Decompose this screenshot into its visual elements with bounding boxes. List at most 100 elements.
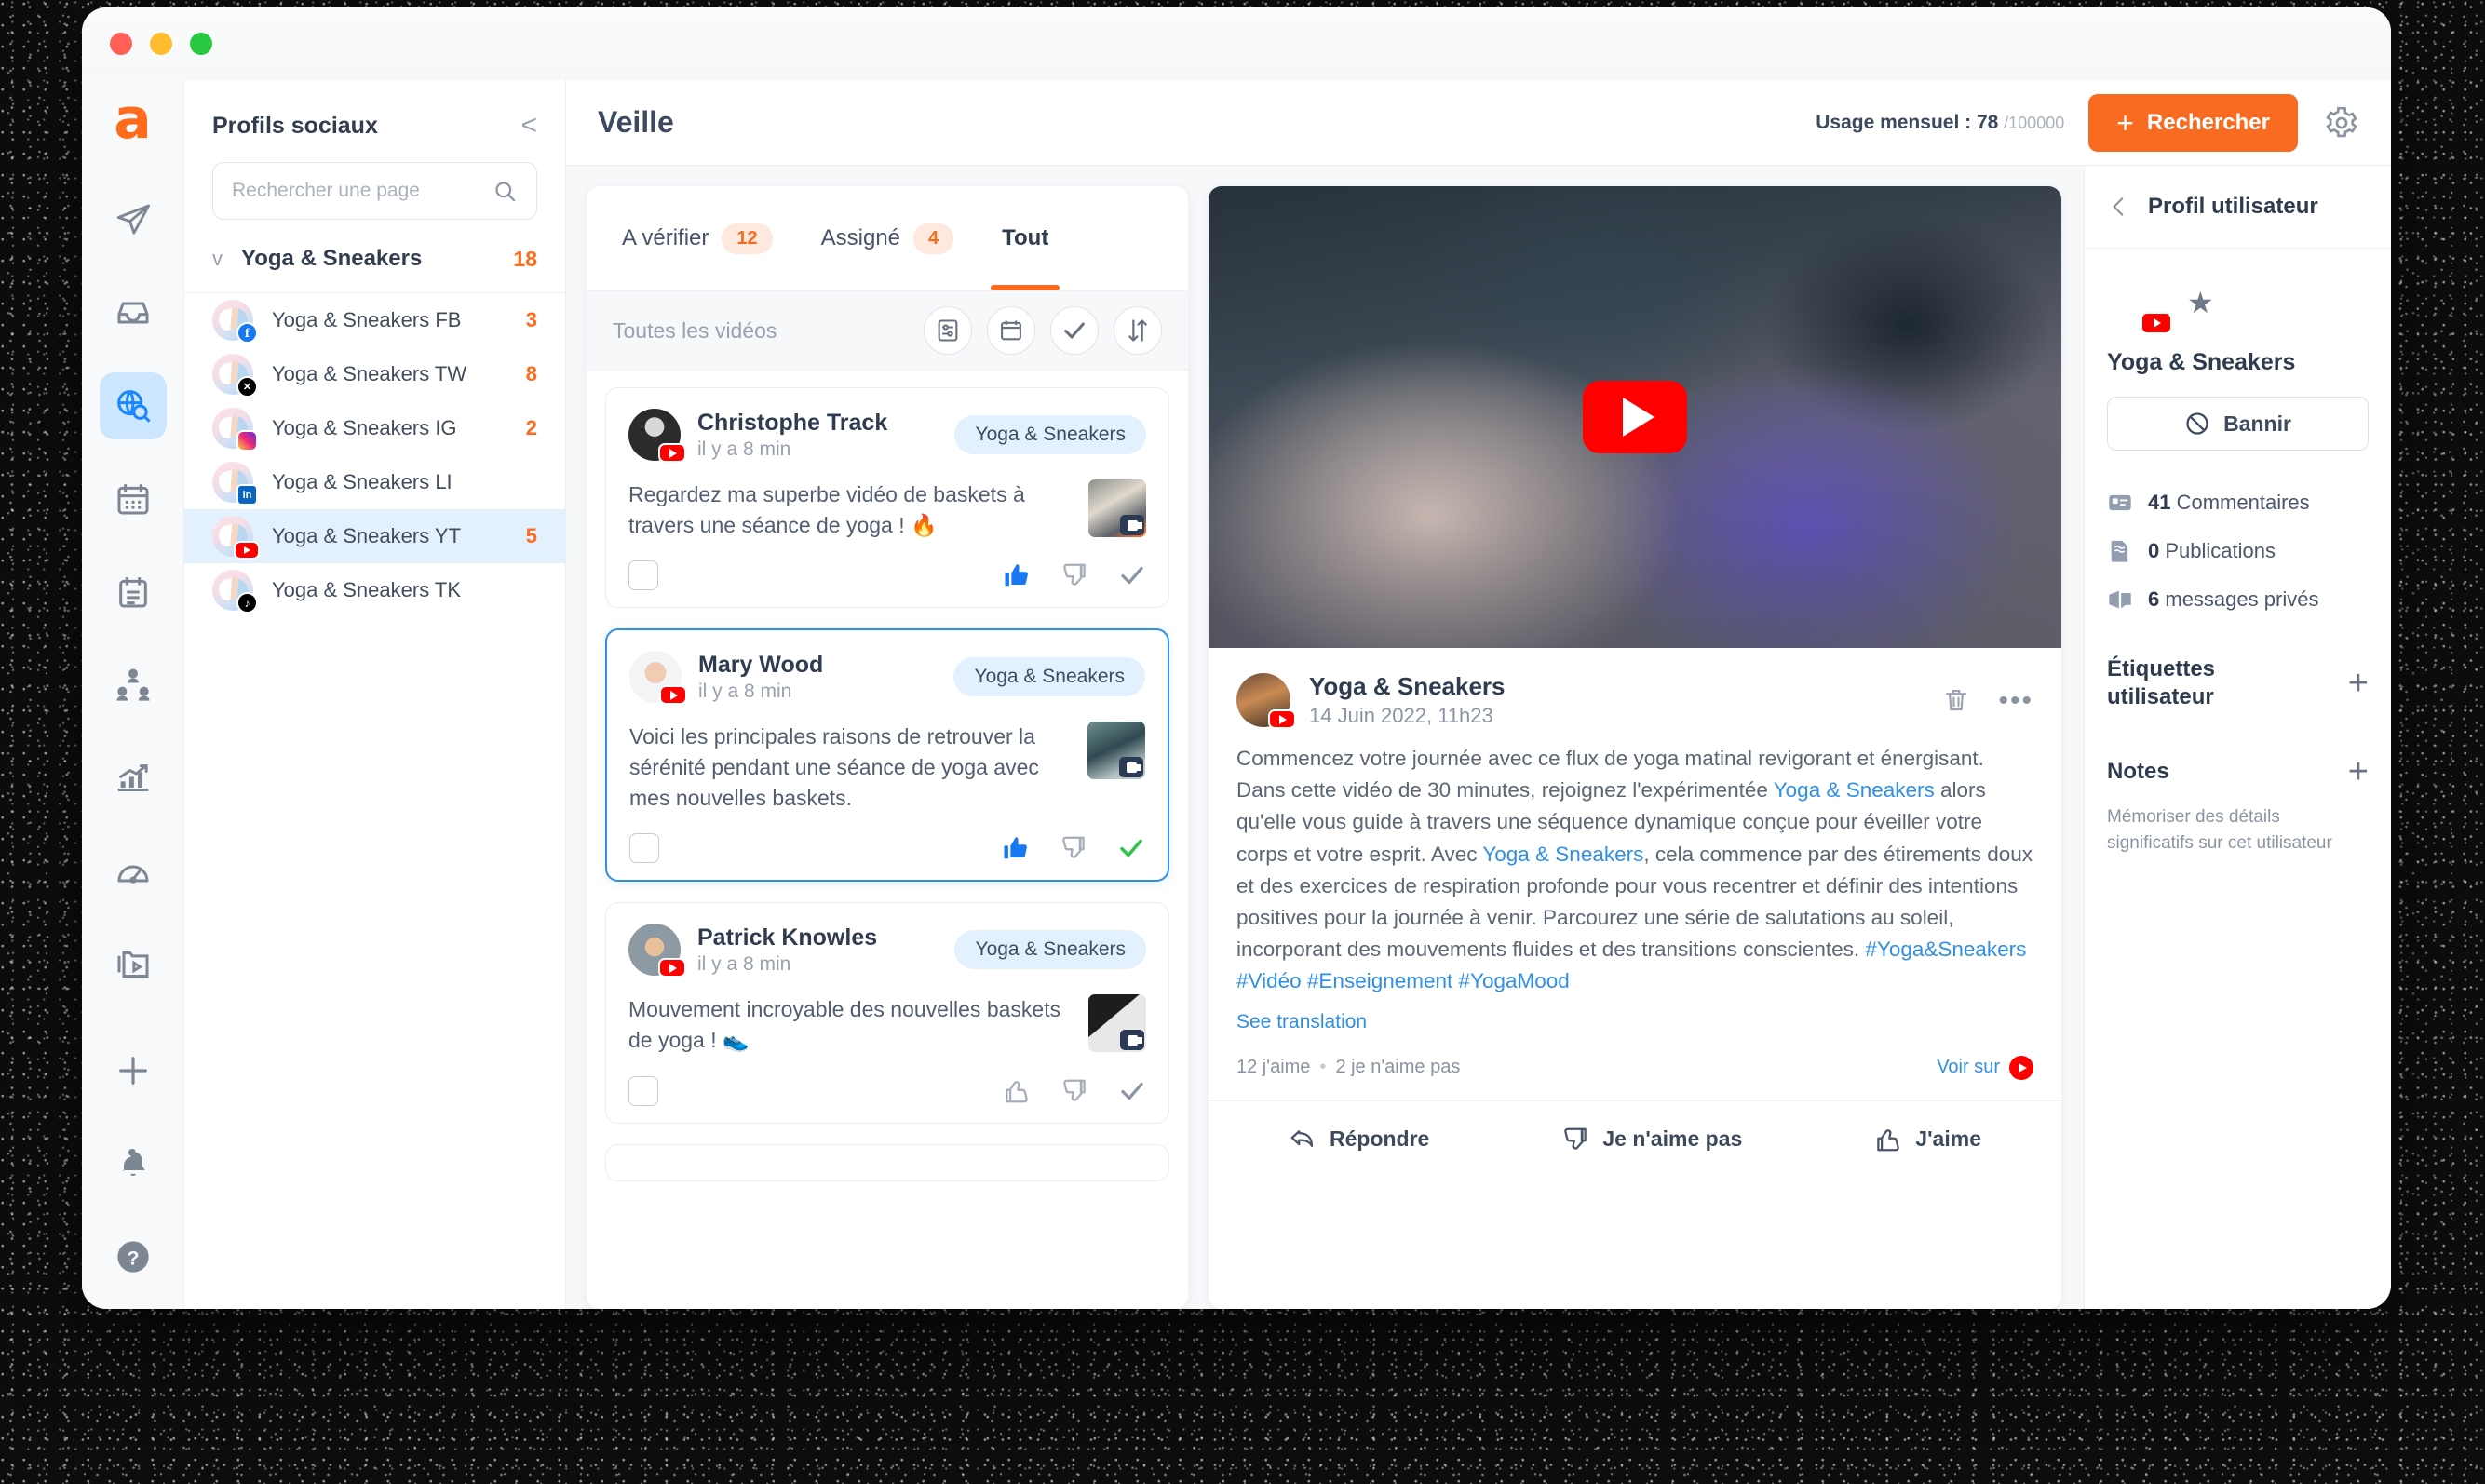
profile-group-row[interactable]: v Yoga & Sneakers 18 <box>184 236 565 293</box>
comment-thumbnail[interactable] <box>1088 479 1146 537</box>
trash-icon[interactable] <box>1942 686 1970 714</box>
gauge-icon[interactable] <box>100 838 167 905</box>
more-icon[interactable]: ••• <box>1998 686 2033 714</box>
check-icon[interactable] <box>1050 306 1099 355</box>
comment-thumbnail[interactable] <box>1088 994 1146 1053</box>
gear-icon[interactable] <box>2324 105 2359 141</box>
profile-item-li[interactable]: in Yoga & Sneakers LI <box>184 455 565 509</box>
search-page-box[interactable] <box>212 162 537 220</box>
tab-tout[interactable]: Tout <box>978 186 1073 290</box>
inbox-icon[interactable] <box>100 279 167 346</box>
calendar-icon[interactable] <box>987 306 1035 355</box>
profile-label: Yoga & Sneakers LI <box>272 470 452 493</box>
main-area: Veille Usage mensuel : 78 /100000 + Rech… <box>566 80 2391 1309</box>
tab-a-verifier[interactable]: A vérifier 12 <box>598 186 797 290</box>
comment-select-checkbox[interactable] <box>629 833 659 864</box>
new-search-button[interactable]: + Rechercher <box>2088 93 2298 152</box>
ban-label: Bannir <box>2223 411 2291 436</box>
stat-label: messages privés <box>2165 587 2319 611</box>
profile-item-yt[interactable]: Yoga & Sneakers YT 5 <box>184 509 565 563</box>
facebook-icon: f <box>236 322 258 344</box>
comment-select-checkbox[interactable] <box>628 1075 658 1106</box>
like-button[interactable]: J'aime <box>1874 1126 1981 1153</box>
sort-icon[interactable] <box>1114 306 1162 355</box>
comment-card-4[interactable] <box>605 1143 1169 1181</box>
comment-text: Regardez ma superbe vidéo de baskets à t… <box>628 482 1025 537</box>
main-header: Veille Usage mensuel : 78 /100000 + Rech… <box>566 80 2391 166</box>
user-profile-body: ★ Yoga & Sneakers Bannir 41 Commentaires <box>2085 249 2391 880</box>
notes-icon[interactable] <box>100 559 167 626</box>
comment-select-checkbox[interactable] <box>628 560 658 591</box>
chevron-left-icon[interactable] <box>2107 195 2131 219</box>
comment-card-1[interactable]: Christophe Track il y a 8 min Yoga & Sne… <box>605 387 1169 609</box>
thumbs-down-icon[interactable] <box>1060 1077 1088 1105</box>
comment-thumbnail[interactable] <box>1087 722 1145 780</box>
thumbs-up-icon[interactable] <box>1002 834 1030 862</box>
comment-meta: Christophe Track il y a 8 min <box>697 410 938 461</box>
video-player[interactable] <box>1209 186 2061 648</box>
calendar-icon[interactable] <box>100 465 167 533</box>
tab-badge: 12 <box>722 223 773 254</box>
sliders-icon[interactable] <box>924 306 972 355</box>
youtube-play-icon[interactable] <box>1583 381 1687 453</box>
profile-item-ig[interactable]: Yoga & Sneakers IG 2 <box>184 401 565 455</box>
bell-icon[interactable] <box>100 1130 167 1197</box>
post-mention-1[interactable]: Yoga & Sneakers <box>1774 778 1935 802</box>
dislike-button[interactable]: Je n'aime pas <box>1561 1126 1742 1153</box>
comment-card-2[interactable]: Mary Wood il y a 8 min Yoga & Sneakers V… <box>605 628 1169 883</box>
collapse-panel-icon[interactable]: < <box>520 112 537 140</box>
close-window-button[interactable] <box>110 33 132 55</box>
mark-done-icon[interactable] <box>1118 1077 1146 1105</box>
comment-card-3[interactable]: Patrick Knowles il y a 8 min Yoga & Snea… <box>605 902 1169 1124</box>
thumbs-up-icon <box>1877 1128 1900 1151</box>
window-titlebar <box>82 7 2391 80</box>
sidebar-item-veille[interactable] <box>99 372 167 439</box>
tab-assigne[interactable]: Assigné 4 <box>797 186 979 290</box>
add-tag-button[interactable]: + <box>2348 666 2369 701</box>
tab-label: Assigné <box>820 225 901 250</box>
add-note-button[interactable]: + <box>2348 754 2369 789</box>
media-library-icon[interactable] <box>100 931 167 998</box>
star-icon[interactable]: ★ <box>2187 285 2214 320</box>
thumbs-up-icon[interactable] <box>1003 1077 1031 1105</box>
profile-item-tk[interactable]: ♪ Yoga & Sneakers TK <box>184 563 565 617</box>
maximize-window-button[interactable] <box>190 33 212 55</box>
add-icon[interactable] <box>100 1037 167 1104</box>
usage-limit: /100000 <box>2004 113 2065 132</box>
minimize-window-button[interactable] <box>150 33 172 55</box>
mark-done-icon[interactable] <box>1118 561 1146 589</box>
comment-time: il y a 8 min <box>697 438 791 460</box>
chevron-down-icon[interactable]: v <box>212 247 223 271</box>
comment-author: Christophe Track <box>697 409 888 436</box>
mark-done-icon[interactable] <box>1117 834 1145 862</box>
community-icon[interactable] <box>100 652 167 719</box>
search-input[interactable] <box>232 180 493 202</box>
analytics-icon[interactable] <box>100 745 167 812</box>
view-on-youtube-link[interactable]: Voir sur <box>1937 1055 2033 1080</box>
thumbs-down-icon[interactable] <box>1060 561 1088 589</box>
comment-header: Christophe Track il y a 8 min Yoga & Sne… <box>628 409 1146 463</box>
comment-footer <box>629 833 1145 864</box>
user-name: Yoga & Sneakers <box>2107 349 2296 375</box>
message-icon <box>2109 590 2131 609</box>
profile-count: 2 <box>525 416 537 439</box>
reply-button[interactable]: Répondre <box>1289 1126 1429 1153</box>
see-translation-link[interactable]: See translation <box>1209 998 2061 1033</box>
profile-item-fb[interactable]: f Yoga & Sneakers FB 3 <box>184 293 565 347</box>
ban-user-button[interactable]: Bannir <box>2107 397 2369 451</box>
profile-group-count: 18 <box>513 246 537 271</box>
publish-icon[interactable] <box>100 186 167 253</box>
thumbs-down-icon[interactable] <box>1060 834 1087 862</box>
post-likes-count: 12 j'aime <box>1236 1057 1311 1077</box>
thumbs-up-icon[interactable] <box>1003 561 1031 589</box>
app-logo[interactable]: a <box>114 91 152 147</box>
post-header-actions: ••• <box>1942 686 2033 714</box>
help-icon[interactable]: ? <box>100 1223 167 1290</box>
filter-row: Toutes les vidéos <box>587 290 1188 371</box>
comment-footer <box>628 1075 1146 1106</box>
comment-icon <box>2109 494 2131 511</box>
post-mention-2[interactable]: Yoga & Sneakers <box>1482 843 1643 866</box>
avatar <box>628 409 686 463</box>
profile-item-tw[interactable]: ✕ Yoga & Sneakers TW 8 <box>184 347 565 401</box>
profile-label: Yoga & Sneakers TK <box>272 578 462 601</box>
